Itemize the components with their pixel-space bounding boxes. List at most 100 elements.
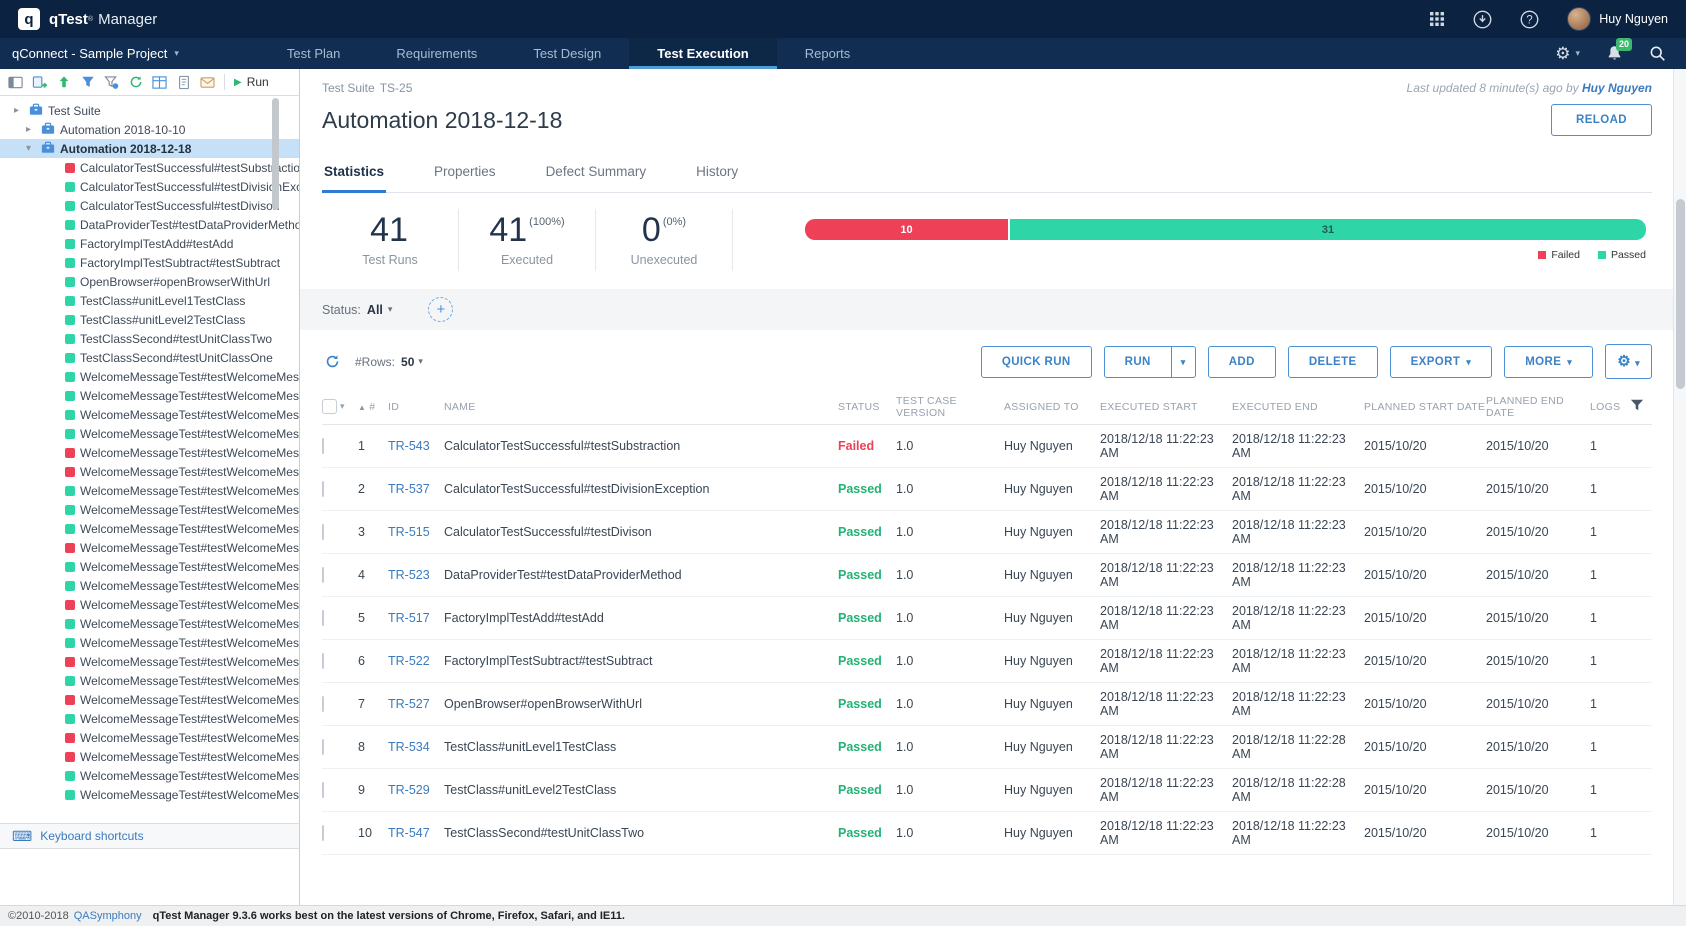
tree-item[interactable]: WelcomeMessageTest#testWelcomeMessag <box>0 367 299 386</box>
mail-icon[interactable] <box>197 72 218 93</box>
nav-tab-test-execution[interactable]: Test Execution <box>629 38 777 69</box>
tree-item[interactable]: DataProviderTest#testDataProviderMethod <box>0 215 299 234</box>
test-run-id-link[interactable]: TR-515 <box>388 525 444 539</box>
test-run-id-link[interactable]: TR-523 <box>388 568 444 582</box>
refresh-tree-icon[interactable] <box>125 72 146 93</box>
main-scrollbar-thumb[interactable] <box>1676 199 1685 389</box>
tree-item[interactable]: WelcomeMessageTest#testWelcomeMessag <box>0 652 299 671</box>
table-row[interactable]: 8 TR-534 TestClass#unitLevel1TestClass P… <box>322 726 1652 769</box>
test-run-id-link[interactable]: TR-543 <box>388 439 444 453</box>
nav-tab-test-plan[interactable]: Test Plan <box>259 38 368 69</box>
col-executed-end[interactable]: EXECUTED END <box>1232 401 1364 413</box>
tree-item[interactable]: WelcomeMessageTest#testWelcomeMessag <box>0 785 299 804</box>
tree-item[interactable]: OpenBrowser#openBrowserWithUrl <box>0 272 299 291</box>
tree-item[interactable]: ▾ Automation 2018-12-18 <box>0 139 299 158</box>
row-checkbox[interactable] <box>322 524 324 540</box>
tree-item[interactable]: WelcomeMessageTest#testWelcomeMessag <box>0 500 299 519</box>
tree-item[interactable]: WelcomeMessageTest#testWelcomeMessag <box>0 766 299 785</box>
user-menu[interactable]: Huy Nguyen <box>1567 7 1668 31</box>
project-selector[interactable]: qConnect - Sample Project ▾ <box>0 38 193 69</box>
col-name[interactable]: NAME <box>444 401 838 413</box>
tree-item[interactable]: FactoryImplTestSubtract#testSubtract <box>0 253 299 272</box>
export-button[interactable]: EXPORT▾ <box>1390 346 1493 378</box>
run-dropdown-button[interactable]: ▾ <box>1172 346 1196 378</box>
test-run-id-link[interactable]: TR-529 <box>388 783 444 797</box>
test-run-id-link[interactable]: TR-522 <box>388 654 444 668</box>
tree-item[interactable]: WelcomeMessageTest#testWelcomeMessag <box>0 614 299 633</box>
last-updated-user[interactable]: Huy Nguyen <box>1582 81 1652 95</box>
delete-button[interactable]: DELETE <box>1288 346 1378 378</box>
table-row[interactable]: 9 TR-529 TestClass#unitLevel2TestClass P… <box>322 769 1652 812</box>
row-checkbox[interactable] <box>322 739 324 755</box>
help-icon[interactable]: ? <box>1520 10 1539 29</box>
report-document-icon[interactable] <box>173 72 194 93</box>
test-run-id-link[interactable]: TR-517 <box>388 611 444 625</box>
row-checkbox[interactable] <box>322 696 324 712</box>
col-test-case-version[interactable]: TEST CASE VERSION <box>896 395 1004 419</box>
add-filter-button[interactable]: + <box>428 297 453 322</box>
tree-item[interactable]: WelcomeMessageTest#testWelcomeMessag <box>0 386 299 405</box>
tab-properties[interactable]: Properties <box>432 154 498 192</box>
test-run-id-link[interactable]: TR-534 <box>388 740 444 754</box>
table-row[interactable]: 7 TR-527 OpenBrowser#openBrowserWithUrl … <box>322 683 1652 726</box>
more-button[interactable]: MORE▾ <box>1504 346 1593 378</box>
toggle-panel-icon[interactable] <box>5 72 26 93</box>
table-row[interactable]: 5 TR-517 FactoryImplTestAdd#testAdd Pass… <box>322 597 1652 640</box>
tree-item[interactable]: WelcomeMessageTest#testWelcomeMessag <box>0 633 299 652</box>
apps-grid-icon[interactable] <box>1429 11 1445 27</box>
tree-item[interactable]: WelcomeMessageTest#testWelcomeMessag <box>0 690 299 709</box>
tree-item[interactable]: WelcomeMessageTest#testWelcomeMessag <box>0 481 299 500</box>
row-checkbox[interactable] <box>322 567 324 583</box>
tree-expander-icon[interactable]: ▸ <box>14 105 24 116</box>
grid-settings-button[interactable]: ⚙▾ <box>1605 344 1652 379</box>
tree-item[interactable]: WelcomeMessageTest#testWelcomeMessag <box>0 576 299 595</box>
tree-item[interactable]: TestClass#unitLevel2TestClass <box>0 310 299 329</box>
col-planned-end[interactable]: PLANNED END DATE <box>1486 395 1590 419</box>
tree-item[interactable]: FactoryImplTestAdd#testAdd <box>0 234 299 253</box>
tree-item[interactable]: CalculatorTestSuccessful#testDivison <box>0 196 299 215</box>
tree-item[interactable]: WelcomeMessageTest#testWelcomeMessag <box>0 405 299 424</box>
col-executed-start[interactable]: EXECUTED START <box>1100 401 1232 413</box>
test-run-id-link[interactable]: TR-527 <box>388 697 444 711</box>
tree-item[interactable]: CalculatorTestSuccessful#testSubstractio… <box>0 158 299 177</box>
row-checkbox[interactable] <box>322 438 324 454</box>
tree-item[interactable]: WelcomeMessageTest#testWelcomeMessag <box>0 519 299 538</box>
table-row[interactable]: 3 TR-515 CalculatorTestSuccessful#testDi… <box>322 511 1652 554</box>
table-row[interactable]: 10 TR-547 TestClassSecond#testUnitClassT… <box>322 812 1652 855</box>
column-config-icon[interactable] <box>1630 398 1652 415</box>
tree-item[interactable]: WelcomeMessageTest#testWelcomeMessag <box>0 538 299 557</box>
table-row[interactable]: 1 TR-543 CalculatorTestSuccessful#testSu… <box>322 425 1652 468</box>
data-grid-icon[interactable] <box>149 72 170 93</box>
tree-item[interactable]: TestClassSecond#testUnitClassOne <box>0 348 299 367</box>
quick-run-button[interactable]: QUICK RUN <box>981 346 1092 378</box>
add-test-suite-icon[interactable] <box>29 72 50 93</box>
tree-item[interactable]: WelcomeMessageTest#testWelcomeMessag <box>0 728 299 747</box>
rows-per-page-value[interactable]: 50 <box>401 355 414 369</box>
nav-tab-requirements[interactable]: Requirements <box>368 38 505 69</box>
nav-tab-reports[interactable]: Reports <box>777 38 879 69</box>
tree-item[interactable]: ▸ Automation 2018-10-10 <box>0 120 299 139</box>
table-row[interactable]: 4 TR-523 DataProviderTest#testDataProvid… <box>322 554 1652 597</box>
tree-item[interactable]: WelcomeMessageTest#testWelcomeMessag <box>0 424 299 443</box>
download-icon[interactable] <box>1473 10 1492 29</box>
search-button[interactable] <box>1649 45 1666 62</box>
table-row[interactable]: 2 TR-537 CalculatorTestSuccessful#testDi… <box>322 468 1652 511</box>
tree-item[interactable]: WelcomeMessageTest#testWelcomeMessag <box>0 709 299 728</box>
col-id[interactable]: ID <box>388 401 444 413</box>
footer-company-link[interactable]: QASymphony <box>74 910 142 922</box>
tree-item[interactable]: ▸ Test Suite <box>0 101 299 120</box>
nav-tab-test-design[interactable]: Test Design <box>505 38 629 69</box>
run-tree-button[interactable]: ▶ Run <box>224 74 278 90</box>
chevron-down-icon[interactable]: ▾ <box>340 401 345 412</box>
row-checkbox[interactable] <box>322 610 324 626</box>
tree-item[interactable]: WelcomeMessageTest#testWelcomeMessag <box>0 557 299 576</box>
tree-expander-icon[interactable]: ▸ <box>26 124 36 135</box>
tree-item[interactable]: TestClassSecond#testUnitClassTwo <box>0 329 299 348</box>
test-run-id-link[interactable]: TR-547 <box>388 826 444 840</box>
select-all-checkbox[interactable] <box>322 399 337 414</box>
tree-expander-icon[interactable]: ▾ <box>26 143 36 154</box>
tree-item[interactable]: WelcomeMessageTest#testWelcomeMessag <box>0 747 299 766</box>
tree-item[interactable]: WelcomeMessageTest#testWelcomeMessag <box>0 671 299 690</box>
tree-scrollbar[interactable] <box>271 96 279 823</box>
col-logs[interactable]: LOGS <box>1590 401 1630 413</box>
